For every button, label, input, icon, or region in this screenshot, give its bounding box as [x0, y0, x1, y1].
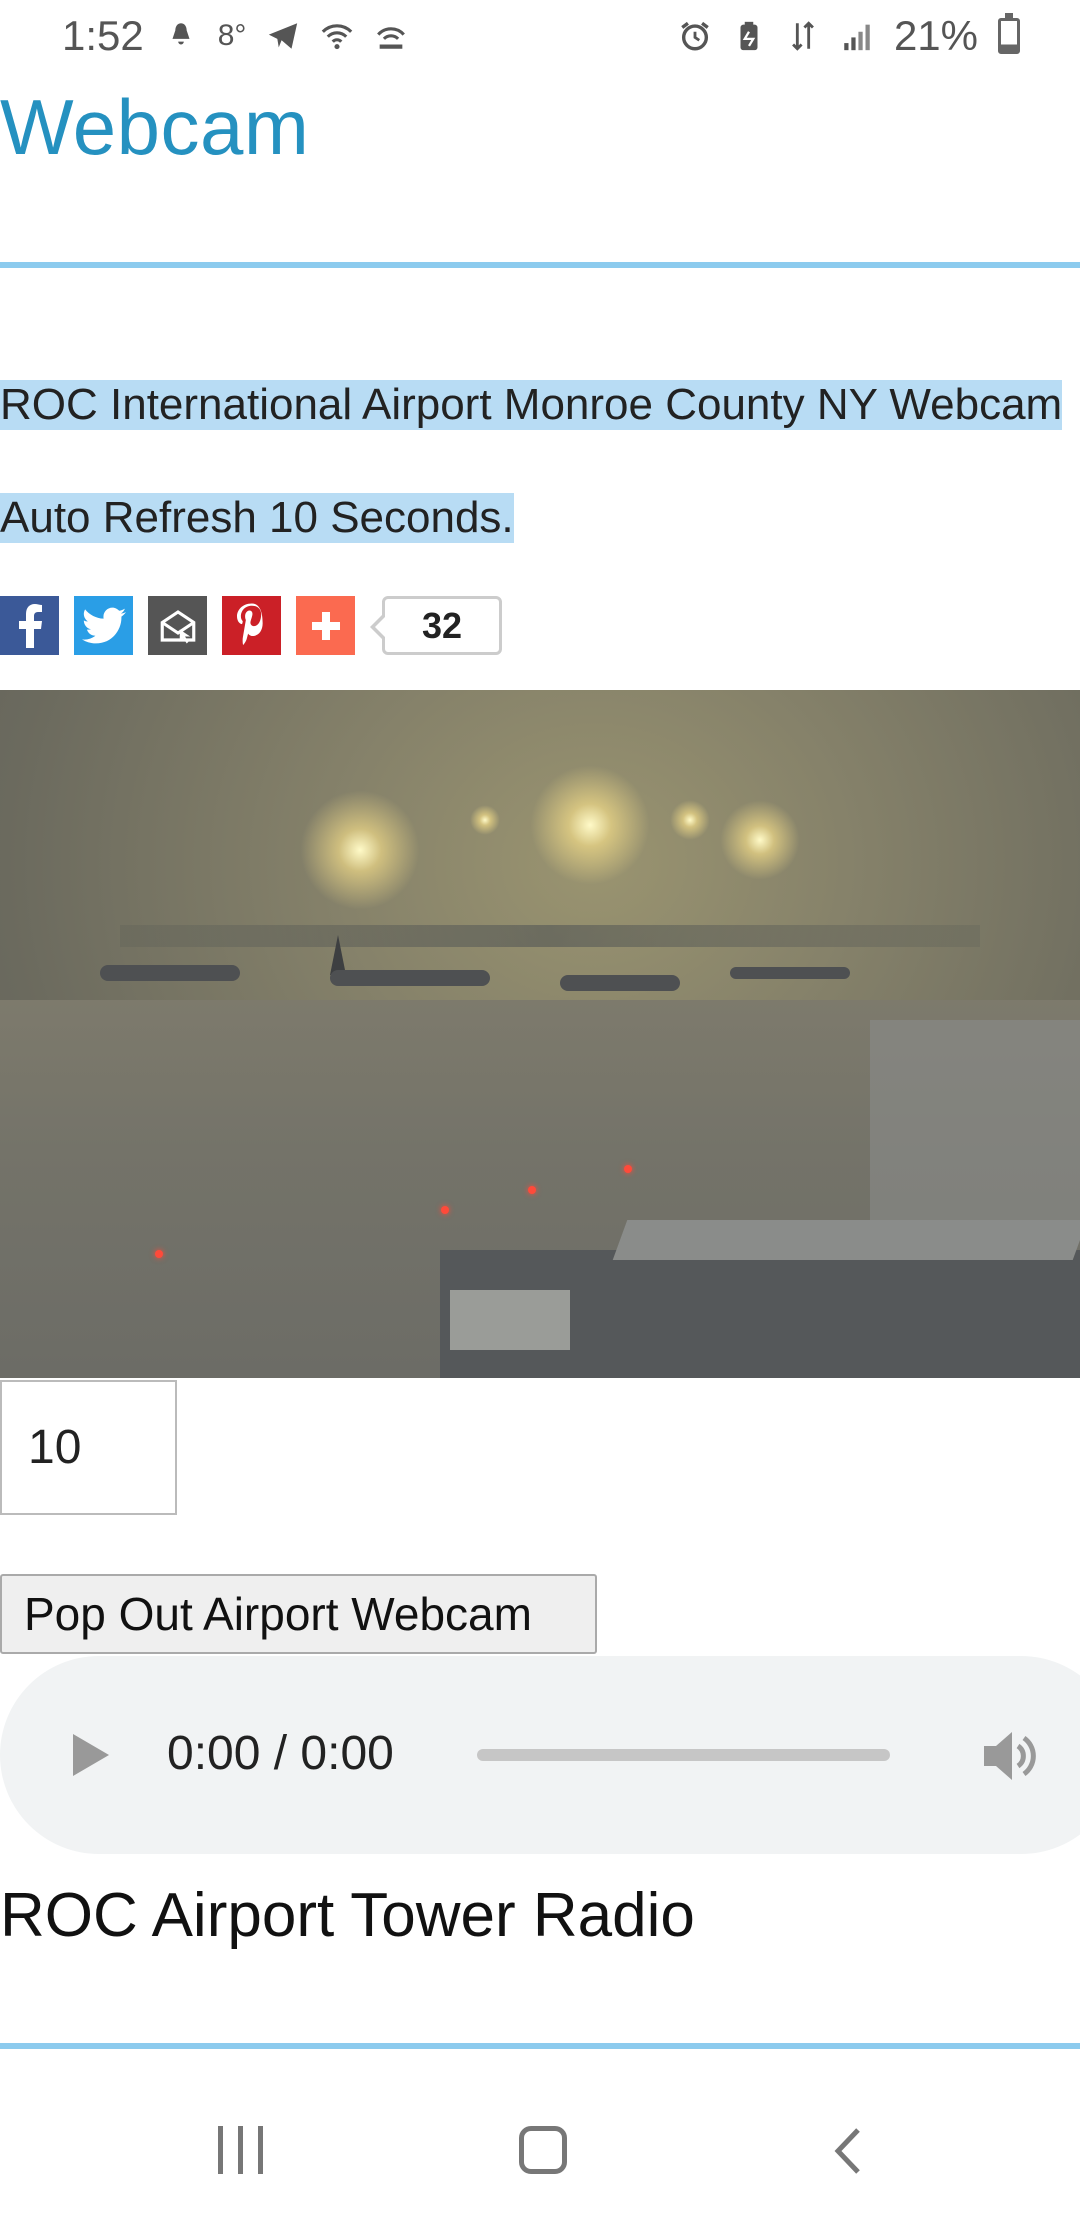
facebook-icon: [18, 603, 42, 648]
twitter-icon: [81, 607, 126, 643]
radio-title: ROC Airport Tower Radio: [0, 1881, 695, 1950]
telegram-icon: [269, 23, 298, 49]
signal-icon: [844, 24, 870, 51]
play-icon[interactable]: [73, 1734, 109, 1776]
wifi-icon: [322, 24, 353, 50]
status-time: 1:52: [62, 12, 144, 59]
refresh-note-row: Auto Refresh 10 Seconds.: [0, 493, 514, 543]
email-icon: [160, 609, 195, 643]
webcam-light: [670, 800, 710, 840]
webcam-plane: [330, 970, 490, 986]
lte-data-icon: [792, 21, 814, 51]
share-bar: 32: [0, 596, 502, 655]
webcam-light: [720, 800, 800, 880]
status-battery-percent: 21%: [893, 12, 978, 59]
battery-icon: [998, 13, 1020, 54]
pinterest-icon: [236, 603, 263, 645]
recents-button[interactable]: [218, 2126, 268, 2174]
hotspot-icon: [377, 27, 406, 49]
status-bar: 1:52 8° 21%: [0, 0, 1080, 72]
webcam-runway-light: [155, 1250, 163, 1258]
status-bar-right: 21%: [678, 12, 1020, 60]
status-temperature: 8°: [217, 19, 247, 52]
webcam-runway-light: [624, 1165, 632, 1173]
webcam-light: [300, 790, 420, 910]
webcam-light: [530, 765, 650, 885]
facebook-share-button[interactable]: [0, 596, 59, 655]
audio-player: 0:00 / 0:00: [0, 1656, 1080, 1854]
home-button[interactable]: [519, 2126, 567, 2174]
webcam-roof: [870, 1020, 1080, 1240]
email-share-button[interactable]: [148, 596, 207, 655]
webcam-image[interactable]: [0, 690, 1080, 1378]
webcam-terminal: [120, 925, 980, 947]
webcam-plane: [730, 967, 850, 979]
twitter-share-button[interactable]: [74, 596, 133, 655]
webcam-light: [470, 805, 500, 835]
header-divider: [0, 262, 1080, 268]
pop-out-webcam-button[interactable]: Pop Out Airport Webcam: [0, 1574, 597, 1654]
status-bar-left: 1:52 8°: [62, 12, 408, 60]
more-share-button[interactable]: [296, 596, 355, 655]
webcam-plane: [560, 975, 680, 991]
footer-divider: [0, 2043, 1080, 2049]
refresh-note: Auto Refresh 10 Seconds.: [0, 493, 514, 543]
webcam-plane: [100, 965, 240, 981]
audio-progress-bar[interactable]: [477, 1749, 890, 1761]
refresh-seconds-input[interactable]: [0, 1380, 177, 1515]
audio-time: 0:00 / 0:00: [167, 1727, 394, 1780]
headline-row: ROC International Airport Monroe County …: [0, 380, 1080, 430]
back-button[interactable]: [828, 2126, 868, 2176]
pinterest-share-button[interactable]: [222, 596, 281, 655]
plus-icon: [311, 611, 340, 640]
navigation-bar: [0, 2060, 1080, 2220]
webcam-plane-tail: [330, 935, 346, 975]
volume-icon[interactable]: [980, 1728, 1040, 1784]
battery-saver-icon: [740, 21, 758, 51]
alarm-icon: [681, 21, 709, 51]
share-count: 32: [370, 596, 502, 655]
page-title: Webcam: [0, 83, 310, 171]
webcam-headline: ROC International Airport Monroe County …: [0, 380, 1063, 430]
notification-icon: [172, 23, 190, 45]
webcam-runway-light: [441, 1206, 449, 1214]
webcam-building: [450, 1290, 570, 1350]
webcam-runway-light: [528, 1186, 536, 1194]
